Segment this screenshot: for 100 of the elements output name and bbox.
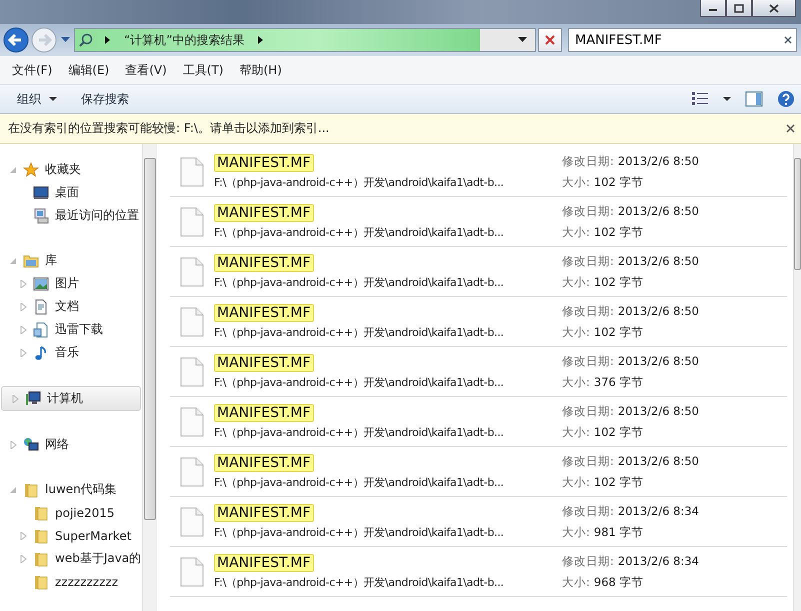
monitor-icon — [33, 208, 49, 224]
modified-date: 2013/2/6 8:50 — [618, 354, 700, 368]
search-icon — [79, 33, 93, 47]
minimize-button[interactable] — [700, 0, 726, 17]
sidebar-item[interactable]: 计算机 — [1, 386, 141, 411]
sidebar-item[interactable]: 图片 — [0, 272, 142, 295]
chevron-icon[interactable] — [105, 36, 110, 44]
address-bar[interactable]: “计算机”中的搜索结果 — [74, 28, 536, 52]
file-name: MANIFEST.MF — [214, 354, 314, 372]
music-note-icon — [33, 344, 49, 360]
clear-icon[interactable] — [784, 36, 792, 44]
desktop-icon — [33, 184, 49, 200]
menu-item[interactable]: 工具(T) — [174, 62, 232, 78]
file-icon — [180, 306, 204, 336]
sidebar-item[interactable]: 文档 — [0, 295, 142, 318]
chevron-icon[interactable] — [258, 36, 264, 44]
help-icon[interactable] — [777, 90, 795, 108]
result-row[interactable]: MANIFEST.MF F:\（php-java-android-c++）开发\android\kaifa1\adt-b... 修改日期: 2013/2/6 8:34 大小: 981 字节 — [170, 497, 787, 547]
result-row[interactable]: MANIFEST.MF F:\（php-java-android-c++）开发\android\kaifa1\adt-b... 修改日期: 2013/2/6 8:50 大小: 102 字节 — [170, 397, 787, 447]
result-row[interactable]: MANIFEST.MF F:\（php-java-android-c++）开发\android\kaifa1\adt-b... 修改日期: 2013/2/6 8:50 大小: 102 字节 — [170, 247, 787, 297]
menu-item[interactable]: 帮助(H) — [232, 62, 290, 78]
history-dropdown-icon[interactable] — [61, 37, 70, 43]
file-size: 102 字节 — [594, 424, 644, 440]
modified-date: 2013/2/6 8:34 — [618, 504, 700, 518]
search-field[interactable]: MANIFEST.MF — [568, 28, 797, 52]
scrollbar[interactable] — [793, 144, 801, 611]
size-label: 大小: — [562, 424, 590, 440]
sidebar-item[interactable]: pojie2015 — [0, 501, 142, 524]
modified-label: 修改日期: — [562, 354, 614, 368]
dropdown-icon[interactable] — [518, 37, 527, 43]
menu-item[interactable]: 编辑(E) — [60, 62, 118, 78]
file-size: 102 字节 — [594, 324, 644, 340]
file-size: 376 字节 — [594, 374, 644, 390]
size-label: 大小: — [562, 374, 590, 390]
file-size: 981 字节 — [594, 524, 644, 540]
modified-label: 修改日期: — [562, 454, 614, 468]
sidebar-item[interactable]: 迅雷下载 — [0, 318, 142, 341]
folder-icon — [23, 252, 39, 268]
modified-date: 2013/2/6 8:50 — [618, 204, 700, 218]
close-button[interactable] — [752, 0, 796, 17]
file-path: F:\（php-java-android-c++）开发\android\kaifa1\adt-b... — [214, 174, 505, 190]
modified-date: 2013/2/6 8:34 — [618, 554, 700, 568]
file-size: 102 字节 — [594, 224, 644, 240]
file-icon — [180, 156, 204, 186]
document-icon — [33, 322, 49, 338]
file-name: MANIFEST.MF — [214, 454, 314, 472]
modified-label: 修改日期: — [562, 404, 614, 418]
save-search-button[interactable]: 保存搜索 — [72, 88, 138, 110]
modified-date: 2013/2/6 8:50 — [618, 454, 700, 468]
menu-item[interactable]: 查看(V) — [117, 62, 175, 78]
file-path: F:\（php-java-android-c++）开发\android\kaifa1\adt-b... — [214, 374, 505, 390]
sidebar-item[interactable]: 收藏夹 — [0, 158, 142, 181]
file-name: MANIFEST.MF — [214, 504, 314, 522]
result-row[interactable]: MANIFEST.MF F:\（php-java-android-c++）开发\android\kaifa1\adt-b... 修改日期: 2013/2/6 8:50 大小: 102 字节 — [170, 297, 787, 347]
caret-icon — [49, 96, 57, 102]
modified-label: 修改日期: — [562, 504, 614, 518]
sidebar-item[interactable]: luwen代码集 — [0, 478, 142, 501]
close-icon — [545, 35, 555, 45]
modified-date: 2013/2/6 8:50 — [618, 254, 700, 268]
file-icon — [180, 506, 204, 536]
sidebar-item[interactable]: 库 — [0, 249, 142, 272]
maximize-button[interactable] — [726, 0, 752, 17]
scrollbar[interactable] — [142, 144, 157, 611]
file-icon — [180, 456, 204, 486]
result-row[interactable]: MANIFEST.MF F:\（php-java-android-c++）开发\android\kaifa1\adt-b... 修改日期: 2013/2/6 8:50 大小: 102 字节 — [170, 147, 787, 197]
computer-icon — [25, 390, 41, 406]
file-icon — [180, 406, 204, 436]
sidebar-item[interactable]: SuperMarket — [0, 524, 142, 547]
close-icon[interactable] — [786, 124, 795, 133]
file-path: F:\（php-java-android-c++）开发\android\kaifa1\adt-b... — [214, 574, 505, 590]
stop-search-button[interactable] — [538, 28, 562, 52]
star-icon — [23, 162, 39, 178]
size-label: 大小: — [562, 574, 590, 590]
sidebar-item[interactable]: 桌面 — [0, 181, 142, 204]
size-label: 大小: — [562, 224, 590, 240]
preview-pane-icon[interactable] — [745, 91, 763, 107]
file-icon — [180, 256, 204, 286]
size-label: 大小: — [562, 474, 590, 490]
organize-button[interactable]: 组织 — [8, 88, 66, 110]
file-path: F:\（php-java-android-c++）开发\android\kaifa1\adt-b... — [214, 224, 505, 240]
file-name: MANIFEST.MF — [214, 304, 314, 322]
back-button[interactable] — [3, 27, 29, 53]
picture-icon — [33, 276, 49, 292]
modified-date: 2013/2/6 8:50 — [618, 404, 700, 418]
sidebar-item[interactable]: web基于Java的 — [0, 547, 142, 570]
sidebar-item[interactable]: 音乐 — [0, 341, 142, 364]
file-size: 102 字节 — [594, 174, 644, 190]
result-row[interactable]: MANIFEST.MF F:\（php-java-android-c++）开发\android\kaifa1\adt-b... 修改日期: 2013/2/6 8:50 大小: 102 字节 — [170, 197, 787, 247]
folder-icon — [33, 550, 49, 566]
view-options-icon[interactable] — [691, 91, 709, 107]
modified-label: 修改日期: — [562, 154, 614, 168]
result-row[interactable]: MANIFEST.MF F:\（php-java-android-c++）开发\android\kaifa1\adt-b... 修改日期: 2013/2/6 8:50 大小: 102 字节 — [170, 447, 787, 497]
result-row[interactable]: MANIFEST.MF F:\（php-java-android-c++）开发\android\kaifa1\adt-b... 修改日期: 2013/2/6 8:34 大小: 968 字节 — [170, 547, 787, 597]
sidebar-item[interactable]: 网络 — [0, 433, 142, 456]
caret-icon[interactable] — [723, 96, 731, 102]
modified-label: 修改日期: — [562, 304, 614, 318]
sidebar-item[interactable]: zzzzzzzzzz — [0, 570, 142, 593]
result-row[interactable]: MANIFEST.MF F:\（php-java-android-c++）开发\android\kaifa1\adt-b... 修改日期: 2013/2/6 8:50 大小: 376 字节 — [170, 347, 787, 397]
sidebar-item[interactable]: 最近访问的位置 — [0, 204, 142, 227]
menu-item[interactable]: 文件(F) — [4, 62, 60, 78]
